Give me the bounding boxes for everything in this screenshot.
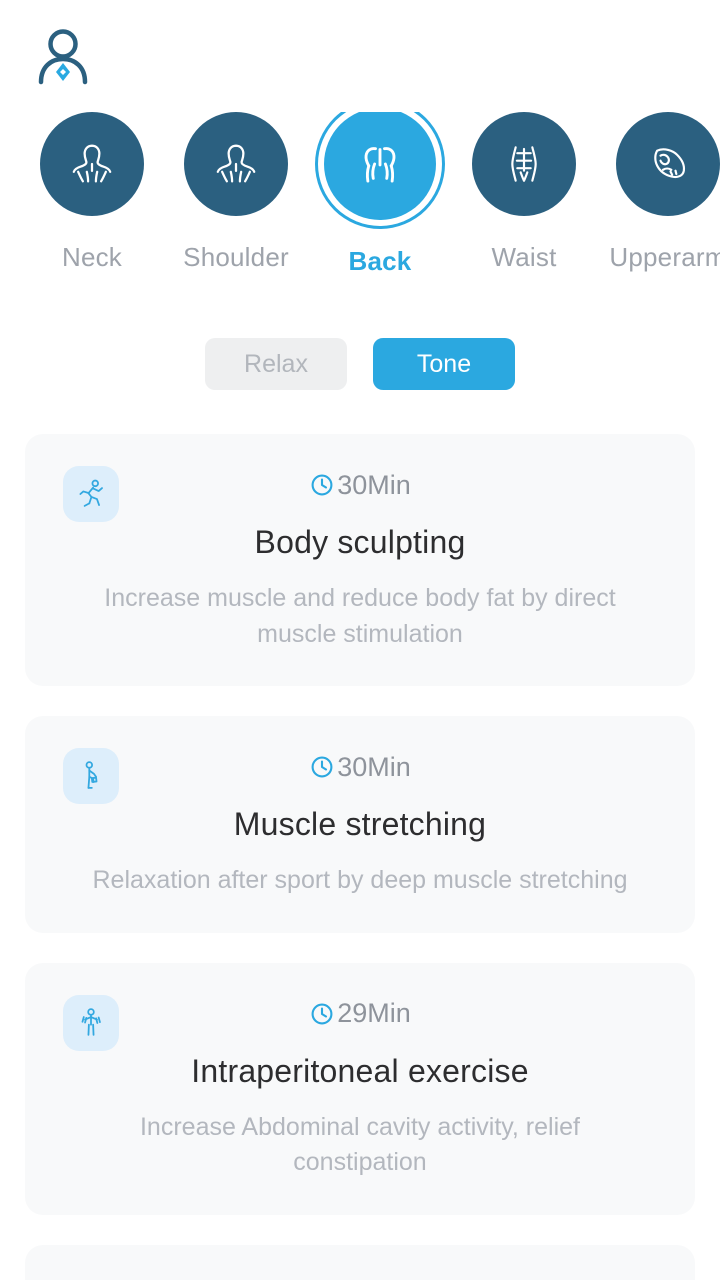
- clock-icon: [309, 754, 335, 780]
- body-part-circle[interactable]: [184, 112, 288, 216]
- clock-icon: [309, 1001, 335, 1027]
- body-part-circle[interactable]: [40, 112, 144, 216]
- program-card[interactable]: 30Min Body sculpting Increase muscle and…: [25, 434, 695, 686]
- program-list: 30Min Body sculpting Increase muscle and…: [0, 434, 720, 1280]
- tone-mode-button[interactable]: Tone: [373, 338, 515, 390]
- dumbbell-person-icon: [74, 1006, 108, 1040]
- relax-mode-button[interactable]: Relax: [205, 338, 347, 390]
- program-description: Relaxation after sport by deep muscle st…: [92, 866, 628, 894]
- body-part-label: Back: [348, 246, 412, 276]
- duration-text: 30Min: [337, 751, 411, 782]
- back-body-icon: [353, 137, 407, 191]
- body-part-label: Upperarm: [609, 242, 720, 272]
- program-icon-tile: [63, 994, 119, 1051]
- duration-text: 29Min: [337, 998, 411, 1028]
- body-part-circle-selected[interactable]: [324, 112, 436, 220]
- program-duration: 30Min: [55, 750, 665, 784]
- program-title: Body sculpting: [254, 524, 466, 560]
- body-part-circle[interactable]: [616, 112, 720, 216]
- neck-body-icon: [66, 138, 118, 190]
- program-duration: 30Min: [55, 468, 665, 502]
- program-description: Increase muscle and reduce body fat by d…: [104, 584, 616, 648]
- program-card-partial[interactable]: [25, 1244, 695, 1280]
- body-part-item-waist[interactable]: Waist: [452, 112, 596, 273]
- body-part-label: Shoulder: [183, 242, 289, 272]
- body-part-item-back[interactable]: Back: [308, 112, 452, 277]
- waist-abs-icon: [499, 139, 549, 189]
- mode-toggle-group[interactable]: Relax Tone: [0, 338, 720, 390]
- program-icon-tile: [63, 748, 119, 804]
- user-profile-icon[interactable]: [36, 27, 90, 85]
- program-title: Muscle stretching: [233, 806, 487, 842]
- top-bar: [0, 0, 720, 112]
- body-part-item-shoulder[interactable]: Shoulder: [164, 112, 308, 273]
- duration-text: 30Min: [337, 469, 411, 500]
- body-part-label: Waist: [491, 242, 557, 272]
- running-person-icon: [74, 477, 108, 511]
- program-title: Intraperitoneal exercise: [191, 1052, 529, 1089]
- program-duration: 29Min: [55, 997, 665, 1031]
- program-card[interactable]: 29Min Intraperitoneal exercise Increase …: [25, 962, 695, 1215]
- program-description: Increase Abdominal cavity activity, reli…: [139, 1112, 580, 1177]
- shoulder-body-icon: [210, 138, 262, 190]
- program-card[interactable]: 30Min Muscle stretching Relaxation after…: [25, 716, 695, 933]
- program-icon-tile: [63, 466, 119, 522]
- body-part-label: Neck: [61, 242, 123, 272]
- body-part-circle[interactable]: [472, 112, 576, 216]
- bicep-flex-icon: [643, 139, 693, 189]
- body-part-item-neck[interactable]: Neck: [20, 112, 164, 273]
- clock-icon: [309, 472, 335, 498]
- body-part-selector[interactable]: Neck Shoulder Back Waist Upperarm: [0, 112, 720, 302]
- stretching-person-icon: [74, 759, 108, 793]
- body-part-item-upperarm[interactable]: Upperarm: [596, 112, 720, 273]
